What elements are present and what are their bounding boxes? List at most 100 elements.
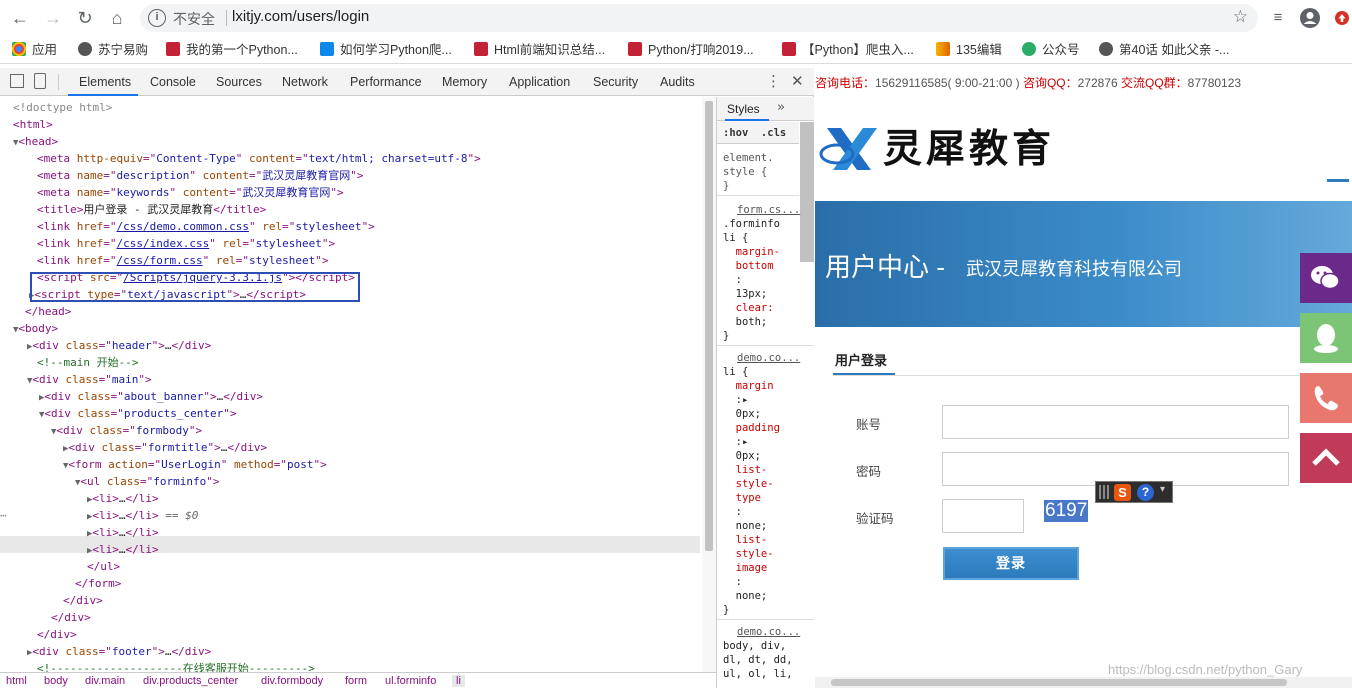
bookmark-item[interactable]: Html前端知识总结... [474, 40, 605, 60]
css-link[interactable]: /css/index.css [117, 237, 210, 250]
scrollbar-thumb[interactable] [831, 679, 1287, 686]
bookmark-apps[interactable]: 应用 [12, 40, 57, 60]
dom-node-div-close[interactable]: </div> [51, 609, 91, 626]
dom-comment[interactable]: <!--main 开始--> [37, 354, 138, 371]
dom-node-div-close[interactable]: </div> [63, 592, 103, 609]
reading-list-icon[interactable]: ≡ [1266, 6, 1290, 30]
url-text[interactable]: lxitjy.com/users/login [232, 8, 369, 25]
horizontal-scrollbar[interactable] [815, 677, 1352, 688]
tab-security[interactable]: Security [593, 75, 638, 89]
bookmark-star-icon[interactable]: ☆ [1233, 7, 1248, 27]
bookmark-item[interactable]: 如何学习Python爬... [320, 40, 452, 60]
captcha-input[interactable] [942, 499, 1024, 533]
back-to-top-button[interactable] [1300, 433, 1352, 483]
qq-float-button[interactable] [1300, 313, 1352, 363]
dom-node-html[interactable]: <html> [13, 116, 53, 133]
dom-node-div[interactable]: ▶<div class="footer">…</div> [27, 643, 211, 660]
dom-doctype[interactable]: <!doctype html> [13, 99, 112, 116]
tab-performance[interactable]: Performance [350, 75, 422, 89]
dom-node-meta[interactable]: <meta http-equiv="Content-Type" content=… [37, 150, 481, 167]
sogou-icon[interactable]: S [1114, 484, 1131, 501]
dom-node-li-selected[interactable]: ▶<li>…</li> == $0 [87, 507, 198, 524]
breadcrumb-item[interactable]: body [44, 675, 68, 687]
dom-node-body[interactable]: ▼<body> [13, 320, 58, 337]
breadcrumb-item-active[interactable]: li [452, 675, 465, 687]
dom-node-head-close[interactable]: </head> [25, 303, 71, 320]
tab-audits[interactable]: Audits [660, 75, 695, 89]
help-icon[interactable]: ? [1137, 484, 1154, 501]
drag-handle-icon[interactable] [1099, 485, 1109, 499]
ime-toolbar[interactable]: S ? ▾ [1095, 481, 1173, 503]
bookmark-item[interactable]: 我的第一个Python... [166, 40, 298, 60]
tab-sources[interactable]: Sources [216, 75, 262, 89]
css-link[interactable]: /css/demo.common.css [117, 220, 249, 233]
styles-filter[interactable]: :hov .cls [723, 126, 786, 140]
tab-console[interactable]: Console [150, 75, 196, 89]
dom-node-li[interactable]: ▶<li>…</li> [87, 541, 159, 558]
dom-node-ul[interactable]: ▼<ul class="forminfo"> [75, 473, 220, 490]
dom-node-meta[interactable]: <meta name="description" content="武汉灵犀教育… [37, 167, 363, 184]
tab-elements[interactable]: Elements [79, 75, 131, 89]
dom-comment[interactable]: <!--------------------在线客服开始---------> [37, 660, 315, 672]
tab-application[interactable]: Application [509, 75, 570, 89]
dom-node-link[interactable]: <link href="/css/index.css" rel="stylesh… [37, 235, 335, 252]
forward-arrow-icon[interactable]: → [41, 6, 65, 30]
breadcrumb-item[interactable]: ul.forminfo [385, 675, 436, 687]
bookmark-item[interactable]: 第40话 如此父亲 -... [1099, 40, 1229, 60]
dom-node-title[interactable]: <title>用户登录 - 武汉灵犀教育</title> [37, 201, 266, 218]
rule-source-link[interactable]: demo.co... [737, 351, 800, 365]
captcha-image[interactable]: 6197 [1044, 500, 1089, 522]
update-menu-icon[interactable] [1330, 6, 1352, 30]
dom-node-link[interactable]: <link href="/css/form.css" rel="styleshe… [37, 252, 328, 269]
dom-node-form[interactable]: ▼<form action="UserLogin" method="post"> [63, 456, 327, 473]
dom-node-div[interactable]: ▶<div class="about_banner">…</div> [39, 388, 263, 405]
address-bar[interactable]: i 不安全 lxitjy.com/users/login ☆ [140, 4, 1258, 32]
dom-node-div[interactable]: ▶<div class="formtitle">…</div> [63, 439, 267, 456]
tab-styles[interactable]: Styles [727, 102, 760, 116]
breadcrumb-item[interactable]: form [345, 675, 367, 687]
wechat-float-button[interactable] [1300, 253, 1352, 303]
dom-node-div[interactable]: ▼<div class="formbody"> [51, 422, 202, 439]
dom-node-li[interactable]: ▶<li>…</li> [87, 524, 159, 541]
dom-node-head[interactable]: ▼<head> [13, 133, 58, 150]
scrollbar-thumb[interactable] [705, 101, 713, 551]
security-label[interactable]: 不安全 [173, 9, 215, 29]
profile-avatar-icon[interactable] [1298, 6, 1322, 30]
login-button[interactable]: 登录 [943, 547, 1079, 580]
dom-node-div[interactable]: ▼<div class="products_center"> [39, 405, 237, 422]
css-link[interactable]: /css/form.css [117, 254, 203, 267]
rule-source-link[interactable]: form.cs... [737, 203, 800, 217]
dom-node-div[interactable]: ▶<div class="header">…</div> [27, 337, 211, 354]
dom-node-link[interactable]: <link href="/css/demo.common.css" rel="s… [37, 218, 375, 235]
more-options-icon[interactable]: ⋮ [766, 72, 781, 90]
reload-icon[interactable]: ↻ [73, 6, 97, 30]
ellipsis-icon[interactable]: ⋯ [0, 507, 7, 524]
breadcrumb-item[interactable]: div.products_center [143, 675, 238, 687]
bookmark-item[interactable]: 【Python】爬虫入... [782, 40, 914, 60]
dom-node-form-close[interactable]: </form> [75, 575, 121, 592]
dom-node-div[interactable]: ▼<div class="main"> [27, 371, 152, 388]
account-input[interactable] [942, 405, 1289, 439]
dom-node-li[interactable]: ▶<li>…</li> [87, 490, 159, 507]
home-icon[interactable]: ⌂ [105, 6, 129, 30]
bookmark-item[interactable]: Python/打响2019... [628, 40, 754, 60]
chevron-right-icon[interactable]: » [777, 100, 785, 115]
dom-node-div-close[interactable]: </div> [37, 626, 77, 643]
info-icon[interactable]: i [148, 9, 166, 27]
breadcrumb-item[interactable]: div.formbody [261, 675, 323, 687]
dom-node-ul-close[interactable]: </ul> [87, 558, 120, 575]
menu-icon[interactable]: ▾ [1160, 484, 1165, 495]
device-toolbar-icon[interactable] [34, 73, 46, 89]
bookmark-item[interactable]: 135编辑 [936, 40, 1002, 60]
dom-node-meta[interactable]: <meta name="keywords" content="武汉灵犀教育官网"… [37, 184, 344, 201]
close-icon[interactable]: ✕ [791, 72, 804, 90]
dom-scrollbar[interactable] [702, 97, 716, 672]
styles-scrollbar-thumb[interactable] [800, 122, 814, 262]
tab-memory[interactable]: Memory [442, 75, 487, 89]
tab-network[interactable]: Network [282, 75, 328, 89]
phone-float-button[interactable] [1300, 373, 1352, 423]
back-arrow-icon[interactable]: ← [8, 6, 32, 30]
inspect-element-icon[interactable] [10, 74, 24, 88]
dom-tree[interactable]: <!doctype html> <html> ▼<head> <meta htt… [0, 97, 700, 672]
breadcrumb-item[interactable]: html [6, 675, 27, 687]
